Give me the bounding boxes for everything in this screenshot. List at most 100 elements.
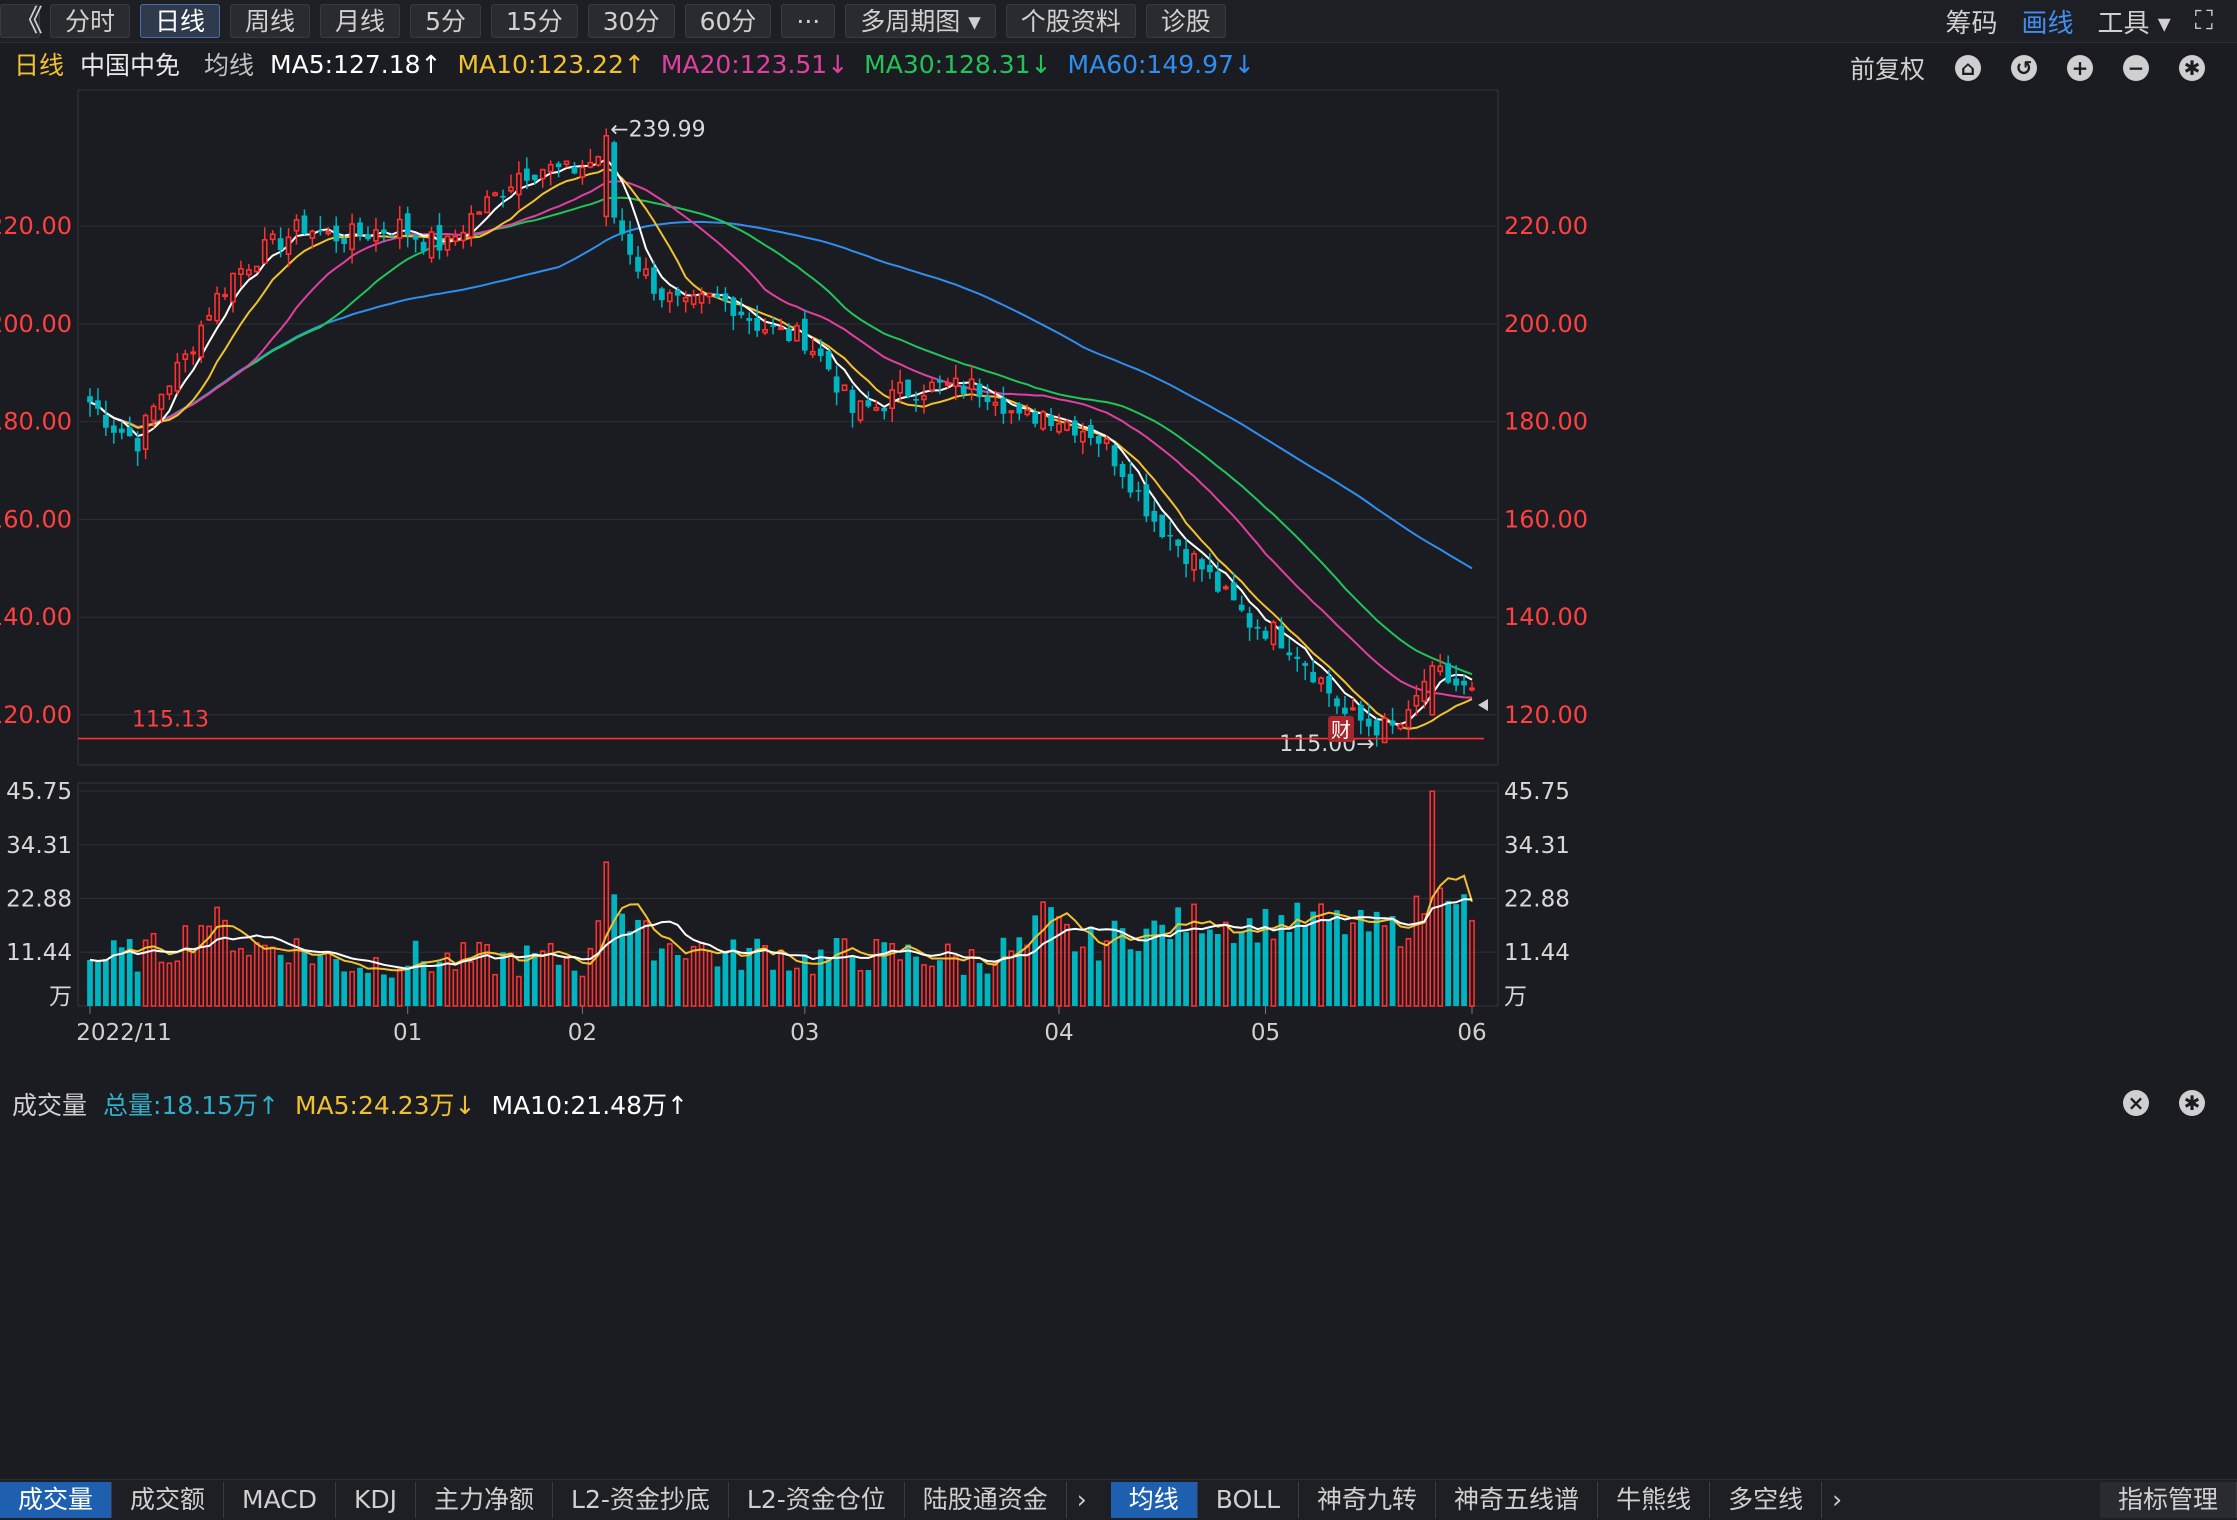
indicator-tab[interactable]: BOLL — [1198, 1482, 1300, 1518]
candle-body — [1326, 676, 1332, 694]
volume-bar — [1207, 929, 1213, 1006]
toolbar-right-item[interactable]: 筹码 — [1945, 3, 1997, 40]
indicator-tab[interactable]: 均线 — [1110, 1482, 1198, 1518]
period-tab[interactable]: 诊股 — [1145, 4, 1226, 38]
volume-tick-label: 22.88 — [6, 886, 72, 912]
volume-bar — [1270, 938, 1277, 1007]
volume-bar — [388, 977, 395, 1006]
candle-body — [190, 351, 197, 355]
candle-body — [1262, 630, 1269, 639]
candle-body — [1199, 559, 1205, 570]
ma-label[interactable]: 均线 — [204, 46, 254, 82]
candle-body — [1230, 582, 1237, 601]
zoom-out-icon[interactable]: − — [2123, 55, 2149, 81]
chevron-right-icon[interactable]: › — [1822, 1482, 1852, 1518]
undo-icon[interactable]: ↺ — [2011, 55, 2037, 81]
volume-bar — [1032, 915, 1039, 1006]
candle-body — [754, 318, 761, 331]
period-tab[interactable]: 多周期图 ▾ — [845, 4, 996, 38]
indicator-tab[interactable]: 主力净额 — [416, 1482, 554, 1518]
period-tab[interactable]: 30分 — [587, 4, 675, 38]
price-tick-label: 160.00 — [1504, 505, 1588, 533]
period-tab[interactable]: 分时 — [50, 4, 131, 38]
indicator-tab[interactable]: MACD — [224, 1482, 336, 1518]
toolbar-right-item[interactable]: 画线 — [2021, 3, 2073, 40]
period-tab[interactable]: 60分 — [684, 4, 772, 38]
indicator-tab[interactable]: L2-资金抄底 — [553, 1482, 729, 1518]
lock-icon[interactable]: ⌂ — [1955, 55, 1981, 81]
indicator-tab[interactable]: 神奇五线谱 — [1436, 1482, 1599, 1518]
adjust-mode[interactable]: 前复权 — [1850, 50, 1925, 86]
x-tick-label: 2022/11 — [76, 1020, 172, 1046]
indicator-tab[interactable]: 陆股通资金 — [905, 1482, 1067, 1518]
volume-bar — [674, 955, 681, 1006]
candle-body — [809, 350, 816, 356]
fullscreen-icon[interactable]: ⛶ — [2195, 6, 2213, 37]
candle-body — [381, 229, 387, 234]
indicator-tab[interactable]: 成交额 — [112, 1482, 225, 1518]
volume-bar — [738, 969, 745, 1006]
chevrons-left-icon[interactable]: 《 — [0, 4, 43, 39]
candle-body — [881, 407, 888, 412]
indicator-tab[interactable]: 多空线 — [1710, 1482, 1823, 1518]
volume-bar — [301, 952, 308, 1006]
volume-bar — [1350, 922, 1356, 1007]
close-icon[interactable]: × — [2123, 1090, 2149, 1116]
indicator-tab[interactable]: KDJ — [336, 1482, 417, 1518]
volume-bar — [849, 956, 856, 1006]
high-annotation: ←239.99 — [610, 117, 705, 142]
price-tick-label: 120.00 — [1504, 701, 1588, 729]
candle-body — [373, 229, 379, 242]
candle-body — [595, 156, 602, 166]
settings-icon[interactable]: ✱ — [2179, 55, 2205, 81]
volume-bar — [1405, 937, 1412, 1007]
volume-bar — [1445, 900, 1452, 1006]
period-tab[interactable]: 个股资料 — [1005, 4, 1136, 38]
candle-body — [651, 267, 657, 294]
candle-body — [206, 314, 212, 321]
volume-bar — [865, 970, 872, 1006]
candle-body — [1207, 564, 1213, 573]
volume-bar — [1389, 916, 1396, 1006]
candle-body — [261, 239, 268, 264]
candle-body — [317, 230, 324, 232]
volume-bar — [484, 943, 490, 1007]
volume-bar — [190, 947, 197, 1007]
chevron-right-icon[interactable]: › — [1067, 1482, 1097, 1518]
volume-bar — [182, 925, 189, 1007]
price-panel-frame — [77, 89, 1499, 766]
period-tab[interactable]: ··· — [781, 4, 836, 38]
toolbar-right-item[interactable]: 工具 ▾ — [2097, 3, 2170, 40]
candle-body — [508, 186, 514, 192]
volume-bar — [277, 954, 284, 1006]
period-tab[interactable]: 5分 — [410, 4, 481, 38]
volume-bar — [563, 957, 570, 1007]
candle-body — [357, 222, 363, 236]
period-tab[interactable]: 周线 — [230, 4, 311, 38]
kline-chart[interactable]: 220.00 220.00 200.00 200.00 180.00 180.00 160.… — [0, 84, 2237, 1479]
volume-bar — [285, 962, 292, 1007]
indicator-tab[interactable]: 成交量 — [0, 1482, 113, 1518]
volume-bar — [238, 947, 244, 1007]
indicator-tab[interactable]: 牛熊线 — [1598, 1482, 1711, 1518]
indicator-tab[interactable]: 神奇九转 — [1299, 1482, 1437, 1518]
candle-body — [738, 311, 745, 316]
volume-bar — [666, 943, 673, 1007]
news-badge: 财 — [1331, 718, 1351, 742]
candle-body — [388, 235, 395, 237]
volume-tick-label: 11.44 — [6, 940, 72, 966]
volume-bar — [555, 964, 562, 1006]
stock-name[interactable]: 中国中免 — [80, 46, 180, 82]
indicator-manage-button[interactable]: 指标管理 — [2099, 1482, 2237, 1518]
settings-icon[interactable]: ✱ — [2179, 1090, 2205, 1116]
volume-bar — [1064, 923, 1070, 1007]
zoom-in-icon[interactable]: + — [2067, 55, 2093, 81]
candle-body — [1254, 626, 1261, 629]
volume-bar — [539, 950, 546, 1007]
current-price-marker — [1478, 699, 1488, 712]
volume-bar — [1413, 895, 1420, 1007]
indicator-tab[interactable]: L2-资金仓位 — [729, 1482, 905, 1518]
period-tab[interactable]: 日线 — [140, 4, 221, 38]
period-tab[interactable]: 15分 — [490, 4, 578, 38]
period-tab[interactable]: 月线 — [320, 4, 401, 38]
